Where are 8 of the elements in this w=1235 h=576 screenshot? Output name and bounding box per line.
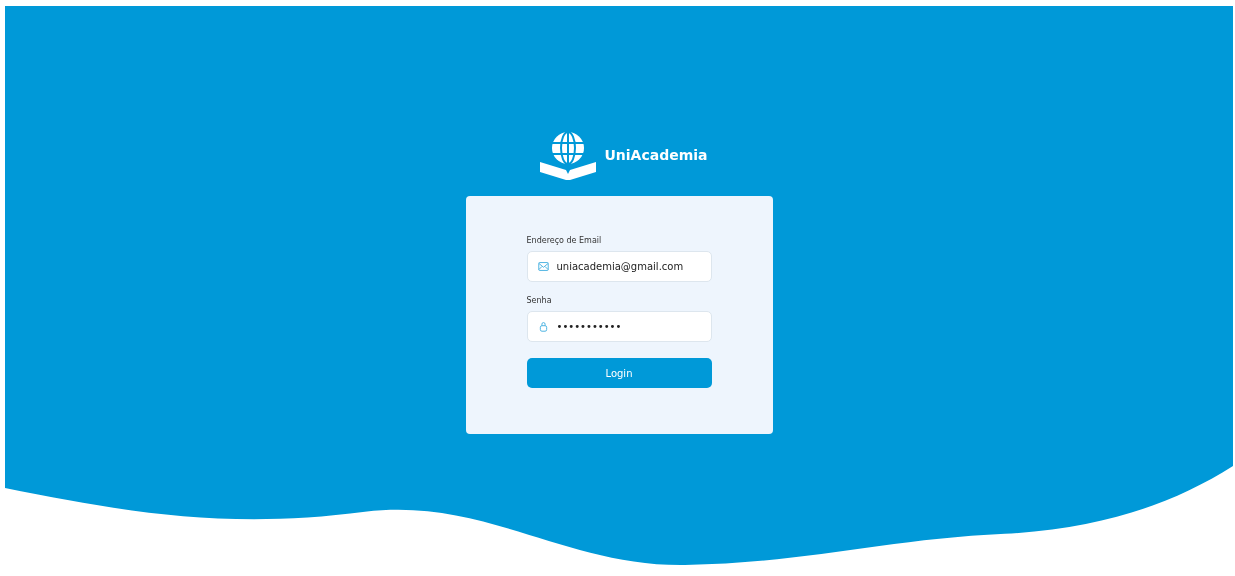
lock-icon [537,321,549,332]
field-label: Endereço de Email [526,236,603,245]
envelope-icon [537,261,549,272]
brand-name: UniAcademia [604,147,708,163]
password-field[interactable]: ••••••••••• [526,311,712,342]
field-label: Senha [526,296,553,305]
email-field[interactable]: uniacademia@gmail.com [526,251,712,282]
globe-book-icon [538,130,599,182]
